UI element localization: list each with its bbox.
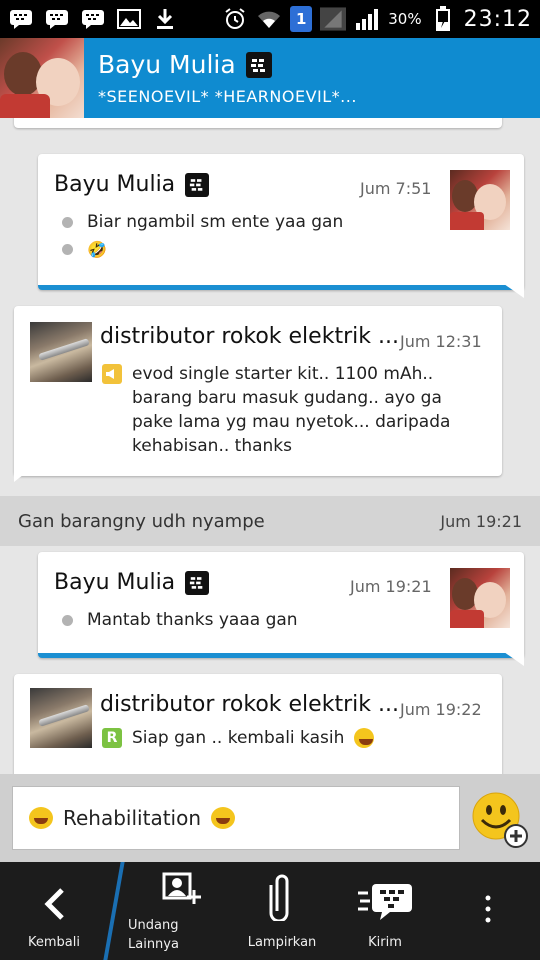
action-bar: Kembali Undang Lainnya Lampirkan Kirim (0, 862, 540, 960)
message-time: Jum 19:22 (400, 700, 482, 719)
bbm-notification-icon (80, 8, 106, 30)
message-line: Mantab thanks yaaa gan (62, 610, 298, 630)
laughing-emoji-icon (211, 807, 236, 829)
signal-strength-icon (354, 8, 380, 30)
chevron-left-icon (42, 887, 66, 925)
attach-label: Lampirkan (247, 935, 317, 950)
sender-name: distributor rokok elektrik ... (100, 692, 399, 717)
sender-avatar (450, 568, 510, 628)
message-line: Biar ngambil sm ente yaa gan (62, 212, 343, 232)
message-line: 🤣 (62, 240, 343, 259)
invite-others-button[interactable]: Undang Lainnya (122, 862, 222, 960)
add-contact-icon (162, 872, 202, 910)
bubble-tail (504, 652, 524, 666)
sender-avatar (450, 170, 510, 230)
alarm-icon (222, 8, 248, 30)
status-update-row: Gan barangny udh nyampe Jum 19:21 (0, 496, 540, 546)
status-bar: 1 30% 23:12 (0, 0, 540, 38)
invite-label-line2: Lainnya (128, 937, 179, 952)
status-update-text: Gan barangny udh nyampe (18, 510, 265, 532)
status-update-time: Jum 19:21 (440, 511, 522, 531)
contact-avatar[interactable] (0, 38, 84, 118)
back-label: Kembali (28, 935, 80, 950)
message-time: Jum 7:51 (360, 179, 432, 198)
chat-header[interactable]: Bayu Mulia *SEENOEVIL* *HEARNOEVIL*... (0, 38, 540, 118)
sender-avatar (30, 688, 92, 748)
message-emoji: 🤣 (87, 240, 107, 259)
message-text: Mantab thanks yaaa gan (87, 610, 298, 630)
bbm-icon (185, 172, 210, 197)
message-text: Biar ngambil sm ente yaa gan (87, 212, 344, 232)
broadcast-icon (102, 364, 122, 384)
attach-button[interactable]: Lampirkan (238, 862, 326, 960)
message-card[interactable]: Bayu Mulia Jum 7:51 Biar ngambil sm ente… (38, 154, 524, 290)
bbm-channel-icon: R (102, 728, 122, 748)
emoticon-picker-button[interactable] (472, 790, 528, 848)
bullet-icon (62, 216, 73, 228)
overflow-menu-button[interactable] (470, 862, 506, 960)
clock: 23:12 (463, 6, 532, 32)
sender-name: Bayu Mulia (54, 570, 176, 595)
download-icon (152, 8, 178, 30)
more-vertical-icon (485, 894, 491, 928)
message-time: Jum 19:21 (350, 577, 432, 596)
message-card-partial (14, 118, 502, 128)
battery-charging-icon (430, 6, 456, 31)
sender-name: distributor rokok elektrik ... (100, 324, 399, 349)
message-card[interactable]: Bayu Mulia Jum 19:21 Mantab thanks yaaa … (38, 552, 524, 658)
invite-label-line1: Undang (128, 918, 179, 933)
message-input[interactable]: Rehabilitation (12, 786, 460, 850)
battery-percent: 30% (388, 10, 422, 28)
send-button[interactable]: Kirim (340, 862, 430, 960)
wifi-icon (256, 8, 282, 30)
message-input-value: Rehabilitation (63, 806, 202, 830)
bullet-icon (62, 244, 73, 255)
chat-area[interactable]: Bayu Mulia Jum 7:51 Biar ngambil sm ente… (0, 118, 540, 774)
back-button[interactable]: Kembali (10, 862, 98, 960)
paperclip-icon (269, 871, 295, 925)
image-icon (116, 8, 142, 30)
send-label: Kirim (368, 935, 402, 950)
message-text: pake lama yg mau nyetok... daripada (132, 412, 451, 432)
message-card[interactable]: distributor rokok elektrik ... Jum 12:31… (14, 306, 502, 476)
message-text: barang baru masuk gudang.. ayo ga (132, 388, 442, 408)
message-text: Siap gan .. kembali kasih (132, 728, 345, 748)
bubble-tail (14, 468, 32, 482)
bullet-icon (62, 614, 73, 626)
contact-name: Bayu Mulia (98, 50, 236, 79)
bubble-tail (504, 284, 524, 298)
smiley-emoji-icon (354, 728, 375, 748)
laughing-emoji-icon (29, 807, 53, 829)
signal-strength-icon (320, 7, 347, 31)
bbm-notification-icon (44, 8, 70, 30)
message-time: Jum 12:31 (400, 332, 482, 351)
sender-name: Bayu Mulia (54, 172, 176, 197)
message-card[interactable]: distributor rokok elektrik ... Jum 19:22… (14, 674, 502, 774)
bbm-notification-icon (8, 8, 34, 30)
message-text: kehabisan.. thanks (132, 436, 292, 456)
bbm-icon (185, 570, 210, 595)
sender-avatar (30, 322, 92, 382)
bbm-send-icon (356, 881, 414, 925)
sim-badge: 1 (290, 6, 313, 32)
message-text: evod single starter kit.. 1100 mAh.. (132, 364, 434, 384)
contact-status: *SEENOEVIL* *HEARNOEVIL*... (98, 87, 357, 106)
composer-bar: Rehabilitation (0, 774, 540, 862)
bbm-icon (245, 51, 272, 78)
